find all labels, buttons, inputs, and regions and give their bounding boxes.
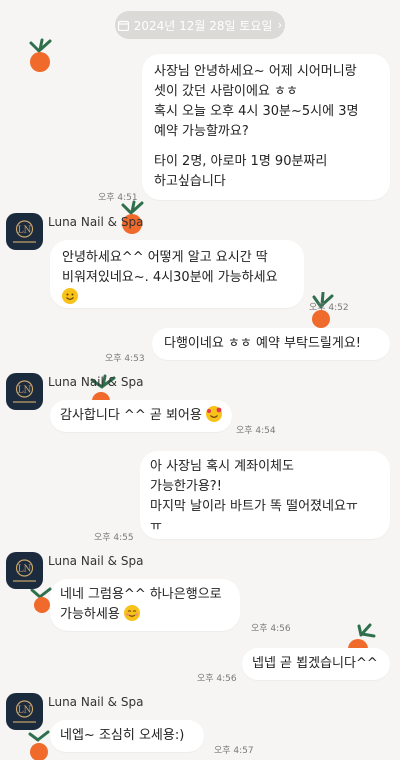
chevron-right-icon: › <box>277 18 283 32</box>
message-line: 가능하세용 <box>60 605 230 625</box>
date-divider[interactable]: 2024년 12월 28일 토요일 › <box>115 11 285 39</box>
avatar[interactable]: LN <box>6 213 43 250</box>
smile-emoji-icon <box>62 288 78 304</box>
message-line: 셋이 갔던 사람이에요 ㅎㅎ <box>154 84 298 99</box>
svg-text:LN: LN <box>18 706 32 716</box>
message-time: 오후 4:55 <box>94 533 134 543</box>
message-line: 비워져있네요~. 4시30분에 가능하세요 <box>62 270 278 285</box>
message-time: 오후 4:53 <box>105 354 145 364</box>
message-line: 사장님 안녕하세요~ 어제 시어머니랑 <box>154 64 357 79</box>
sender-name: Luna Nail & Spa <box>48 215 144 229</box>
message-time: 오후 4:56 <box>197 674 237 684</box>
message-line: 혹시 오늘 오후 4시 30분~5시에 3명 <box>154 104 359 119</box>
message-line: 마지막 날이라 바트가 똑 떨어졌네요ㅠ <box>150 499 358 514</box>
message-time: 오후 4:56 <box>251 624 291 634</box>
message-line: 예약 가능할까요? <box>154 124 249 139</box>
message-time: 오후 4:52 <box>309 303 349 313</box>
message-time: 오후 4:57 <box>214 746 254 756</box>
message-bubble-outgoing[interactable]: 사장님 안녕하세요~ 어제 시어머니랑 셋이 갔던 사람이에요 ㅎㅎ 혹시 오늘… <box>142 54 390 200</box>
message-line: 네네 그럼용^^ 하나은행으로 <box>60 587 222 602</box>
calendar-icon <box>117 20 129 31</box>
message-bubble-outgoing[interactable]: 다행이네요 ㅎㅎ 예약 부탁드릴게요! <box>152 328 390 360</box>
sender-name: Luna Nail & Spa <box>48 375 144 389</box>
message-time: 오후 4:51 <box>98 193 138 203</box>
message-line: ㅠ <box>150 519 162 534</box>
message-bubble-incoming[interactable]: 안녕하세요^^ 어떻게 알고 요시간 딱 비워져있네요~. 4시30분에 가능하… <box>50 240 304 308</box>
svg-text:LN: LN <box>18 226 32 236</box>
message-text: 가능하세용 <box>60 607 120 622</box>
avatar[interactable]: LN <box>6 693 43 730</box>
svg-text:LN: LN <box>18 386 32 396</box>
message-text: 감사합니다 ^^ 곧 뵈어용 <box>60 408 202 423</box>
sender-name: Luna Nail & Spa <box>48 554 144 568</box>
message-line: 다행이네요 ㅎㅎ 예약 부탁드릴게요! <box>164 336 362 351</box>
message-line: 아 사장님 혹시 계좌이체도 <box>150 459 294 474</box>
message-line: 가능한가용?! <box>150 479 222 494</box>
message-line: 타이 2명, 아로마 1명 90분짜리 <box>154 154 328 169</box>
message-bubble-incoming[interactable]: 네네 그럼용^^ 하나은행으로 가능하세용 <box>50 579 240 631</box>
avatar[interactable]: LN <box>6 373 43 410</box>
message-time: 오후 4:54 <box>236 426 276 436</box>
sender-name: Luna Nail & Spa <box>48 695 144 709</box>
svg-text:LN: LN <box>18 565 32 575</box>
date-divider-label: 2024년 12월 28일 토요일 <box>133 18 273 33</box>
tangerine-sticker-icon <box>29 38 52 72</box>
message-bubble-incoming[interactable]: 네엡~ 조심히 오세용:) <box>50 720 204 752</box>
luna-logo-icon: LN <box>13 559 36 582</box>
message-bubble-incoming[interactable]: 감사합니다 ^^ 곧 뵈어용 <box>50 400 232 432</box>
luna-logo-icon: LN <box>13 700 36 723</box>
message-line: 네엡~ 조심히 오세용:) <box>60 728 185 743</box>
message-line: 하고싶습니다 <box>154 174 226 189</box>
message-line: 넵넵 곧 뵙겠습니다^^ <box>252 656 378 671</box>
luna-logo-icon: LN <box>13 220 36 243</box>
avatar[interactable]: LN <box>6 552 43 589</box>
heart-face-emoji-icon <box>205 406 222 422</box>
message-bubble-outgoing[interactable]: 아 사장님 혹시 계좌이체도 가능한가용?! 마지막 날이라 바트가 똑 떨어졌… <box>140 451 390 539</box>
blush-emoji-icon <box>123 605 140 621</box>
message-bubble-outgoing[interactable]: 넵넵 곧 뵙겠습니다^^ <box>242 648 390 680</box>
message-line: 안녕하세요^^ 어떻게 알고 요시간 딱 <box>62 250 268 265</box>
luna-logo-icon: LN <box>13 380 36 403</box>
